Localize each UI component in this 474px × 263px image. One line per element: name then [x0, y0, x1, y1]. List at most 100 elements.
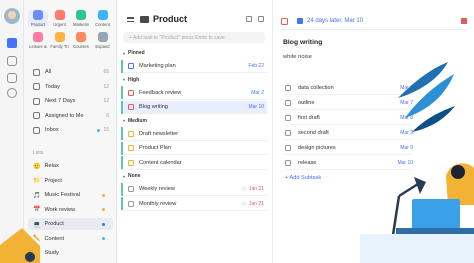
subtask-checkbox[interactable]	[285, 85, 291, 91]
subtask-checkbox[interactable]	[285, 115, 291, 121]
app-urgent[interactable]: Urgent	[50, 10, 70, 27]
task-checkbox[interactable]	[128, 145, 134, 151]
list-label: Music Festival	[44, 192, 80, 198]
list-label: Study	[44, 250, 59, 256]
sidebar: Product Urgent Marketin Content Leisure & Fam…	[24, 0, 117, 263]
task-date: Jan 21	[248, 186, 264, 192]
task-row[interactable]: Draft newsletter	[121, 127, 267, 141]
task-row[interactable]: Feedback review Mar 2	[121, 86, 267, 100]
task-row[interactable]: Product Plan	[121, 141, 267, 155]
task-date: Feb 22	[248, 63, 264, 69]
subtask-row[interactable]: release Mar 10	[285, 157, 413, 170]
chevron-down-icon[interactable]: ▾	[123, 77, 125, 82]
page-title-text: Product	[153, 14, 188, 24]
list-emoji-icon: ✏️	[33, 236, 41, 242]
menu-icon[interactable]	[127, 16, 134, 22]
subtask-row[interactable]: data collection Mar 6	[285, 82, 413, 95]
subtask-checkbox[interactable]	[285, 100, 291, 106]
task-row[interactable]: Marketing plan Feb 22	[121, 59, 267, 73]
list-actions	[246, 16, 264, 22]
list-emoji-icon: 📁	[33, 178, 41, 184]
app-family-tri[interactable]: Family Tri	[50, 32, 70, 49]
bolt-icon	[54, 10, 65, 20]
grid-icon[interactable]	[7, 73, 17, 83]
subtask-date: Mar 8	[400, 115, 413, 121]
sidebar-item-product[interactable]: 💻 Product	[28, 218, 113, 230]
check-square-icon[interactable]	[7, 38, 17, 48]
flag-icon[interactable]	[461, 18, 467, 24]
subtask-row[interactable]: outline Mar 7	[285, 97, 413, 110]
subtask-row[interactable]: second draft Mar 9	[285, 127, 413, 140]
chevron-down-icon[interactable]: ▾	[123, 174, 125, 179]
task-row[interactable]: Blog writing Mar 10	[121, 100, 267, 114]
app-label: Courses	[73, 44, 89, 49]
task-title: Content calendar	[139, 159, 182, 166]
task-checkbox[interactable]	[128, 63, 134, 69]
detail-title[interactable]: Blog writing	[283, 39, 322, 46]
app-expand[interactable]: Expand	[93, 32, 113, 49]
smart-list-today[interactable]: Today 12	[28, 81, 113, 93]
detail-note[interactable]: white noise	[283, 54, 312, 60]
app-product[interactable]: Product	[28, 10, 48, 27]
task-checkbox[interactable]	[128, 89, 134, 96]
smart-list-inbox[interactable]: Inbox 15	[28, 124, 113, 136]
task-checkbox[interactable]	[128, 200, 134, 207]
list-label: All	[45, 69, 52, 75]
settings-icon[interactable]	[7, 238, 17, 248]
sidebar-item-relax[interactable]: 🙂 Relax	[28, 160, 113, 172]
list-color-bar	[121, 156, 123, 169]
subtask-title: second draft	[298, 130, 329, 136]
sort-icon[interactable]	[246, 16, 252, 22]
task-title: Blog writing	[139, 104, 168, 110]
app-courses[interactable]: Courses	[71, 32, 91, 49]
section-header-high[interactable]: ▾ High	[123, 77, 139, 83]
chevron-down-icon[interactable]: ▾	[123, 118, 125, 123]
sidebar-item-work-review[interactable]: 📅 Work review	[28, 204, 113, 216]
task-checkbox[interactable]	[128, 186, 134, 192]
megaphone-icon	[76, 10, 86, 20]
section-name: None	[128, 173, 141, 179]
smart-list-assigned-to-me[interactable]: Assigned to Me 6	[28, 110, 113, 122]
color-dot	[102, 193, 105, 197]
book-icon	[76, 32, 86, 42]
app-marketin[interactable]: Marketin	[71, 10, 91, 27]
avatar[interactable]	[4, 8, 20, 24]
add-task-input[interactable]: + Add task to "Product" press Enter to s…	[123, 32, 265, 43]
bell-icon[interactable]	[7, 252, 17, 260]
smart-list-next-7-days[interactable]: Next 7 Days 12	[28, 95, 113, 107]
detail-checkbox[interactable]	[281, 17, 288, 25]
section-header-none[interactable]: ▾ None	[123, 173, 141, 179]
subtask-title: design pictures	[298, 145, 336, 151]
app-label: Content	[95, 22, 110, 27]
chevron-down-icon[interactable]: ▾	[123, 51, 125, 56]
sidebar-item-project[interactable]: 📁 Project	[28, 175, 113, 187]
subtask-checkbox[interactable]	[285, 160, 291, 166]
subtask-checkbox[interactable]	[285, 145, 291, 151]
calendar-icon[interactable]	[7, 56, 17, 66]
task-row[interactable]: Weekly review ◇ Jan 21	[121, 182, 267, 196]
due-date[interactable]: 24 days later, Mar 10	[307, 18, 461, 24]
sidebar-item-content[interactable]: ✏️ Content	[28, 233, 113, 245]
list-color-bar	[121, 59, 123, 73]
section-header-medium[interactable]: ▾ Medium	[123, 118, 147, 124]
more-icon[interactable]	[258, 16, 264, 22]
add-subtask-button[interactable]: + Add Subtask	[285, 175, 321, 181]
sidebar-item-study[interactable]: 📚 Study	[28, 247, 113, 259]
sidebar-item-music-festival[interactable]: 🎵 Music Festival	[28, 189, 113, 201]
task-checkbox[interactable]	[128, 159, 134, 166]
task-checkbox[interactable]	[128, 130, 134, 137]
smart-list-all[interactable]: All 65	[28, 66, 113, 78]
subtask-row[interactable]: first draft Mar 8	[285, 112, 413, 125]
document-icon	[97, 10, 108, 20]
subtask-row[interactable]: design pictures Mar 9	[285, 142, 413, 155]
app-leisure[interactable]: Leisure &	[28, 32, 48, 49]
list-label: Project	[44, 177, 62, 184]
app-content[interactable]: Content	[93, 10, 113, 27]
subtask-checkbox[interactable]	[285, 130, 291, 136]
clock-icon[interactable]	[7, 88, 17, 98]
color-dot	[97, 128, 101, 132]
task-row[interactable]: Monthly review ◇ Jan 21	[121, 197, 267, 211]
task-checkbox[interactable]	[128, 104, 134, 110]
section-header-pinned[interactable]: ▾ Pinned	[123, 50, 145, 56]
task-row[interactable]: Content calendar	[121, 156, 267, 170]
